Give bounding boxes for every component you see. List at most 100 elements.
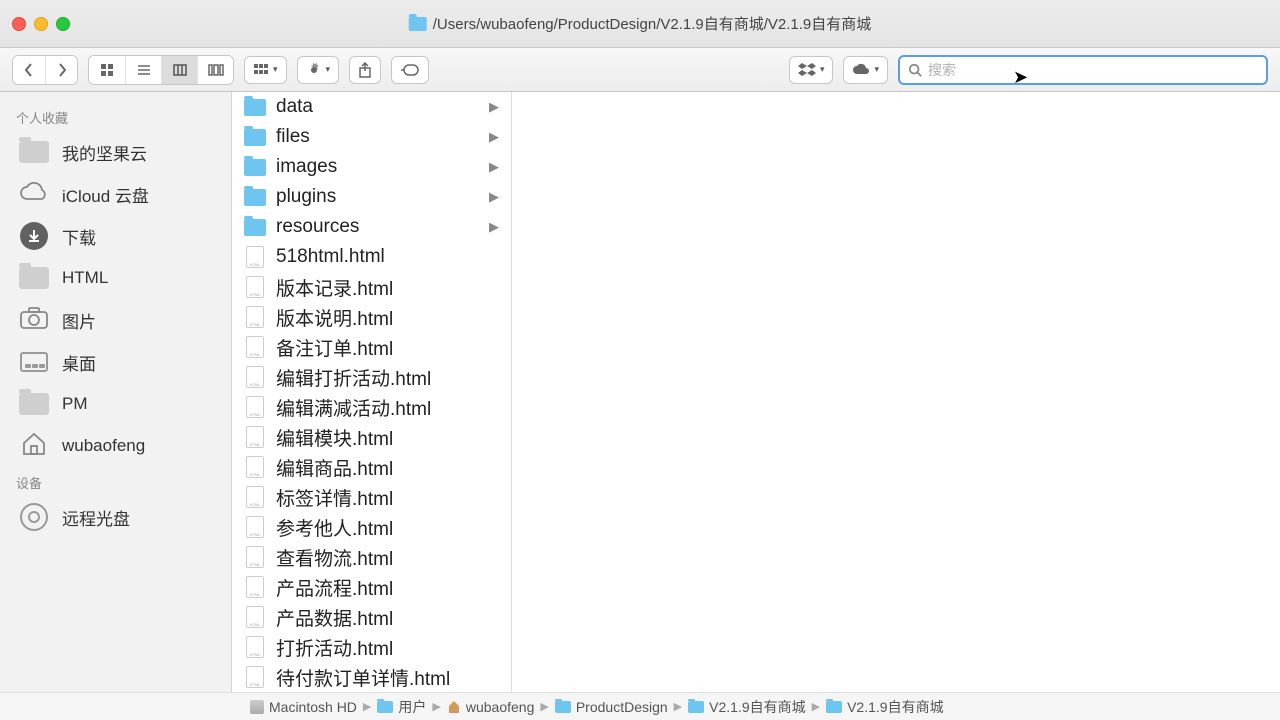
sidebar-item[interactable]: 桌面 [0,341,231,383]
chevron-down-icon: ▾ [326,64,331,75]
search-box[interactable] [898,55,1268,85]
sidebar-item-label: PM [62,394,88,414]
item-name: resources [276,216,479,238]
path-segment[interactable]: Macintosh HD [250,699,357,715]
sidebar-item[interactable]: HTML [0,257,231,299]
search-input[interactable] [928,62,1258,78]
sidebar-item[interactable]: PM [0,383,231,425]
item-name: 标签详情.html [276,484,499,511]
file-icon [246,486,264,508]
file-item[interactable]: 编辑满减活动.html [232,392,511,422]
file-item[interactable]: 版本说明.html [232,302,511,332]
chevron-right-icon: ▶ [489,219,499,235]
tag-button[interactable] [391,56,429,84]
folder-item[interactable]: resources ▶ [232,212,511,242]
window-title-text: /Users/wubaofeng/ProductDesign/V2.1.9自有商… [433,13,872,34]
window-controls [12,17,70,31]
folder-icon [409,17,427,31]
chevron-down-icon: ▾ [820,64,825,75]
item-name: 产品数据.html [276,604,499,631]
file-item[interactable]: 产品流程.html [232,572,511,602]
path-label: Macintosh HD [269,699,357,715]
file-item[interactable]: 打折活动.html [232,632,511,662]
file-icon [246,666,264,688]
file-item[interactable]: 编辑打折活动.html [232,362,511,392]
sidebar-item-label: iCloud 云盘 [62,182,149,207]
folder-item[interactable]: images▶ [232,152,511,182]
folder-icon [18,139,50,165]
sidebar-item-label: 远程光盘 [62,505,130,530]
view-list-button[interactable] [125,56,161,84]
file-item[interactable]: 编辑模块.html [232,422,511,452]
file-item[interactable]: 标签详情.html [232,482,511,512]
close-button[interactable] [12,17,26,31]
sidebar-item[interactable]: 远程光盘 [0,496,231,538]
sidebar-item[interactable]: wubaofeng [0,425,231,467]
path-separator: ▶ [812,700,820,713]
file-icon [246,456,264,478]
cloud-sync-button[interactable]: ▾ [843,56,888,84]
file-icon [246,336,264,358]
file-icon [246,366,264,388]
item-name: 产品流程.html [276,574,499,601]
back-button[interactable] [13,56,45,84]
file-item[interactable]: 版本记录.html [232,272,511,302]
dropbox-button[interactable]: ▾ [789,56,834,84]
item-name: files [276,126,479,148]
view-gallery-button[interactable] [197,56,233,84]
item-name: 版本说明.html [276,304,499,331]
item-name: 参考他人.html [276,514,499,541]
folder-icon [244,189,266,206]
search-icon [908,63,922,77]
nav-group [12,55,78,85]
sidebar-item[interactable]: 图片 [0,299,231,341]
chevron-right-icon: ▶ [489,189,499,205]
sidebar-item[interactable]: 我的坚果云 [0,131,231,173]
forward-button[interactable] [45,56,77,84]
item-name: 518html.html [276,246,499,268]
file-item[interactable]: 产品数据.html [232,602,511,632]
chevron-right-icon: ▶ [489,159,499,175]
view-mode-group [88,55,234,85]
sidebar-item[interactable]: 下载 [0,215,231,257]
file-item[interactable]: 518html.html [232,242,511,272]
folder-item[interactable]: data▶ [232,92,511,122]
view-column-button[interactable] [161,56,197,84]
path-label: ProductDesign [576,699,668,715]
sidebar-item[interactable]: iCloud 云盘 [0,173,231,215]
share-button[interactable] [349,56,381,84]
cloud-icon [18,181,50,207]
item-name: 编辑打折活动.html [276,364,499,391]
path-segment[interactable]: 用户 [377,697,426,717]
item-name: plugins [276,186,479,208]
view-icon-button[interactable] [89,56,125,84]
folder-item[interactable]: plugins ▶ [232,182,511,212]
file-item[interactable]: 参考他人.html [232,512,511,542]
path-segment[interactable]: V2.1.9自有商城 [688,697,805,717]
action-button[interactable]: ▾ [297,56,340,84]
file-column: data▶files▶images▶plugins▶resources▶518h… [232,92,512,692]
item-name: 编辑满减活动.html [276,394,499,421]
path-segment[interactable]: ProductDesign [555,699,668,715]
path-segment[interactable]: V2.1.9自有商城 [826,697,943,717]
path-separator: ▶ [363,700,371,713]
file-icon [246,246,264,268]
item-name: 打折活动.html [276,634,499,661]
file-item[interactable]: 查看物流.html [232,542,511,572]
path-label: V2.1.9自有商城 [847,697,943,717]
arrange-button[interactable]: ▾ [244,56,287,84]
folder-icon [244,219,266,236]
toolbar: ▾ ▾ ▾ ▾ [0,48,1280,92]
minimize-button[interactable] [34,17,48,31]
file-item[interactable]: 编辑商品.html [232,452,511,482]
item-name: data [276,96,479,118]
sidebar: 个人收藏 我的坚果云iCloud 云盘下载HTML图片桌面PMwubaofeng… [0,92,232,692]
sidebar-item-label: 桌面 [62,350,96,375]
folder-icon [826,701,842,713]
maximize-button[interactable] [56,17,70,31]
path-segment[interactable]: wubaofeng [447,699,535,715]
file-item[interactable]: 待付款订单详情.html [232,662,511,692]
folder-item[interactable]: files ▶ [232,122,511,152]
file-item[interactable]: 备注订单.html [232,332,511,362]
chevron-right-icon: ▶ [489,129,499,145]
